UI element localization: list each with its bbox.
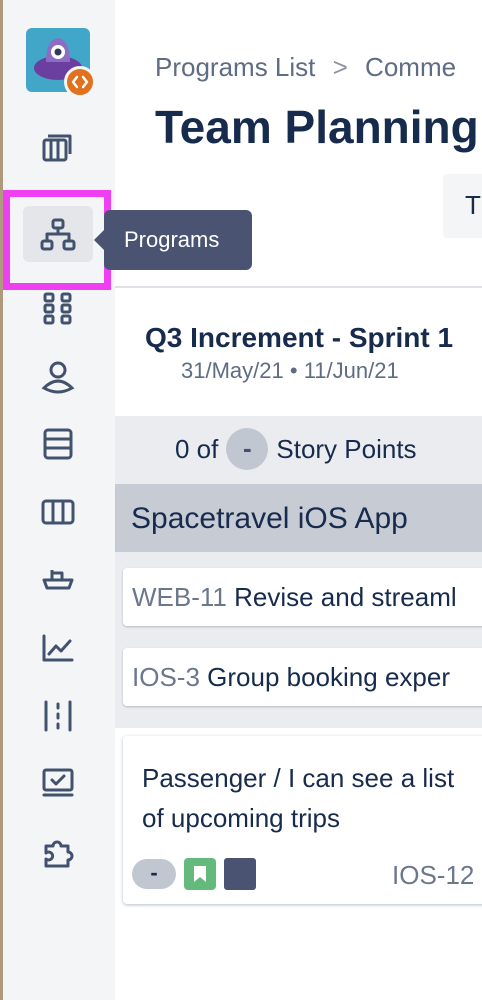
- breadcrumb-separator: >: [332, 52, 348, 82]
- story-type-icon: [184, 858, 216, 890]
- date-separator: •: [289, 358, 298, 383]
- tooltip-label: Programs: [124, 227, 220, 252]
- database-icon[interactable]: [23, 416, 93, 472]
- card-key: IOS-12: [392, 860, 475, 890]
- code-badge-icon: [64, 66, 96, 98]
- story-points-prefix: 0 of: [175, 433, 219, 464]
- story-points-value: -: [226, 428, 269, 470]
- presentation-icon[interactable]: [23, 756, 93, 812]
- sprint-end-date: 11/Jun/21: [303, 358, 399, 383]
- sprint-start-date: 31/May/21: [181, 358, 284, 383]
- sidebar-nav: [3, 0, 115, 1000]
- user-icon[interactable]: [23, 348, 93, 404]
- team-header[interactable]: Spacetravel iOS App: [115, 484, 482, 552]
- sprint-dates: 31/May/21 • 11/Jun/21: [181, 358, 399, 384]
- breadcrumb-programs-list[interactable]: Programs List: [155, 52, 315, 82]
- breadcrumb: Programs List > Comme: [155, 52, 456, 83]
- card-title: Passenger / I can see a list of upcoming…: [142, 763, 455, 833]
- issue-key: WEB-11: [132, 582, 227, 612]
- toolbar-tab[interactable]: T: [443, 174, 482, 238]
- issue-key: IOS-3: [132, 662, 200, 692]
- issue-card[interactable]: Passenger / I can see a list of upcoming…: [123, 736, 482, 904]
- sprint-column: 0 of - Story Points Spacetravel iOS App …: [115, 416, 482, 728]
- ship-icon[interactable]: [23, 552, 93, 608]
- team-name: Spacetravel iOS App: [131, 502, 408, 535]
- page-title: Team Planning: [155, 101, 479, 153]
- story-points-suffix: Story Points: [276, 433, 417, 464]
- app-logo[interactable]: [26, 28, 96, 98]
- issue-row[interactable]: IOS-3 Group booking exper: [123, 648, 482, 706]
- dependencies-icon[interactable]: [23, 688, 93, 744]
- main-content: Programs List > Comme Team Planning T Q3…: [115, 0, 482, 1000]
- board-columns-icon[interactable]: [23, 484, 93, 540]
- sprint-name: Q3 Increment - Sprint 1: [145, 322, 454, 353]
- issue-summary: Revise and streaml: [234, 582, 457, 612]
- card-footer: -: [132, 858, 256, 890]
- backlog-icon[interactable]: [23, 122, 93, 178]
- programs-tooltip: Programs: [94, 210, 252, 270]
- sprint-header: Q3 Increment - Sprint 1 31/May/21 • 11/J…: [115, 288, 482, 416]
- avatar: [224, 858, 256, 890]
- puzzle-icon[interactable]: [23, 824, 93, 880]
- story-points-summary: 0 of - Story Points: [175, 428, 417, 470]
- estimate-chip: -: [132, 859, 176, 889]
- issue-summary: Group booking exper: [207, 662, 450, 692]
- issue-row[interactable]: WEB-11 Revise and streaml: [123, 568, 482, 626]
- breadcrumb-current[interactable]: Comme: [365, 52, 456, 82]
- chart-icon[interactable]: [23, 620, 93, 676]
